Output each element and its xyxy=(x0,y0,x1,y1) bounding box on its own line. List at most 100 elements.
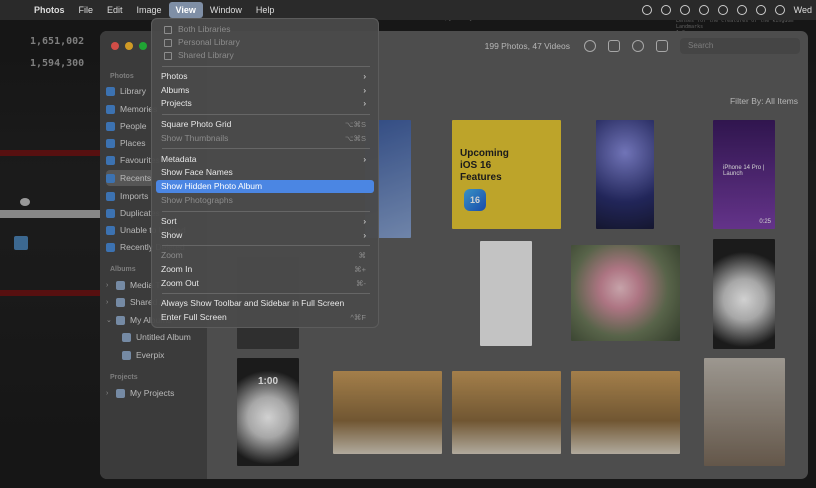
menu-shortcut: ^⌘F xyxy=(350,313,366,322)
checkbox-icon xyxy=(164,26,172,34)
photo-thumbnail[interactable] xyxy=(452,371,561,454)
photo-thumbnail[interactable]: Upcoming iOS 16 Features 16 xyxy=(452,120,561,229)
menu-window[interactable]: Window xyxy=(203,2,249,18)
desktop-app-icon[interactable] xyxy=(14,236,28,250)
control-center-icon[interactable] xyxy=(755,5,766,15)
checkbox-icon xyxy=(164,39,172,47)
duplicates-icon xyxy=(106,208,115,218)
sidebar-item-places[interactable]: Places xyxy=(106,135,146,151)
heart-icon xyxy=(106,155,115,165)
menu-item-albums[interactable]: Albums › xyxy=(156,84,374,97)
chevron-right-icon[interactable]: › xyxy=(106,390,114,397)
search-icon[interactable] xyxy=(736,5,747,15)
minimize-button[interactable] xyxy=(125,42,133,50)
folder-icon xyxy=(116,388,125,398)
menu-item-show-thumbnails[interactable]: Show Thumbnails ⌥⌘S xyxy=(156,132,374,145)
status-icon[interactable] xyxy=(660,5,671,15)
menu-item-personal-library[interactable]: Personal Library xyxy=(156,36,374,49)
photo-thumbnail[interactable] xyxy=(713,239,775,349)
search-input[interactable]: Search xyxy=(680,38,800,54)
menu-item-label: Albums xyxy=(161,85,190,95)
photo-thumbnail[interactable] xyxy=(704,358,785,466)
sidebar-item-untitled-album[interactable]: Untitled Album xyxy=(122,329,191,345)
menu-item-label: Shared Library xyxy=(178,50,234,60)
menu-item-always-show-toolbar[interactable]: Always Show Toolbar and Sidebar in Full … xyxy=(156,297,374,310)
rotate-icon[interactable] xyxy=(656,40,668,52)
chat-bubble-icon xyxy=(20,198,30,206)
chevron-down-icon[interactable]: ⌄ xyxy=(106,316,114,324)
sidebar-item-label: Library xyxy=(120,86,146,96)
places-icon xyxy=(106,138,115,148)
menu-file[interactable]: File xyxy=(72,2,101,18)
photo-thumbnail[interactable] xyxy=(333,371,442,454)
info-icon[interactable] xyxy=(584,40,596,52)
menu-item-label: Show Hidden Photo Album xyxy=(161,181,263,191)
sidebar-item-imports[interactable]: Imports xyxy=(106,188,148,204)
menu-item-zoom[interactable]: Zoom ⌘ xyxy=(156,249,374,262)
share-icon[interactable] xyxy=(608,40,620,52)
menu-image[interactable]: Image xyxy=(130,2,169,18)
menu-separator xyxy=(162,245,370,246)
menu-item-enter-full-screen[interactable]: Enter Full Screen ^⌘F xyxy=(156,311,374,324)
zoom-button[interactable] xyxy=(139,42,147,50)
photo-thumbnail[interactable]: 1:00 xyxy=(237,358,299,466)
menu-item-show-photographs[interactable]: Show Photographs xyxy=(156,194,374,207)
filter-dropdown[interactable]: Filter By: All Items xyxy=(730,96,798,106)
menu-item-show-hidden-photo-album[interactable]: Show Hidden Photo Album xyxy=(156,180,374,193)
sidebar-item-everpix[interactable]: Everpix xyxy=(122,347,164,363)
menu-item-sort[interactable]: Sort › xyxy=(156,215,374,228)
menu-item-both-libraries[interactable]: Both Libraries xyxy=(156,23,374,36)
chevron-right-icon[interactable]: › xyxy=(106,299,114,306)
menu-item-zoom-out[interactable]: Zoom Out ⌘- xyxy=(156,277,374,290)
album-icon xyxy=(122,332,131,342)
wifi-icon[interactable] xyxy=(717,5,728,15)
photo-thumbnail[interactable] xyxy=(571,371,680,454)
menu-view[interactable]: View xyxy=(168,2,203,18)
photo-thumbnail[interactable] xyxy=(571,245,680,341)
menu-item-shared-library[interactable]: Shared Library xyxy=(156,49,374,62)
menu-item-projects[interactable]: Projects › xyxy=(156,97,374,110)
menu-separator xyxy=(162,293,370,294)
photo-count: 199 Photos, 47 Videos xyxy=(484,41,570,51)
photo-thumbnail[interactable] xyxy=(480,241,532,346)
chevron-right-icon: › xyxy=(363,217,366,226)
menu-item-label: Photos xyxy=(161,71,188,81)
lockscreen-time: 1:00 xyxy=(257,376,278,387)
menu-item-metadata[interactable]: Metadata › xyxy=(156,153,374,166)
sidebar-item-library[interactable]: Library xyxy=(106,83,146,99)
chevron-right-icon: › xyxy=(363,155,366,164)
menubar-clock[interactable]: Wed xyxy=(794,5,812,15)
menu-item-show[interactable]: Show › xyxy=(156,229,374,242)
trash-icon xyxy=(106,242,115,252)
heart-icon[interactable] xyxy=(632,40,644,52)
sidebar-item-people[interactable]: People xyxy=(106,118,146,134)
menu-photos[interactable]: Photos xyxy=(27,2,72,18)
menu-item-photos[interactable]: Photos › xyxy=(156,70,374,83)
photo-caption: Upcoming xyxy=(460,148,509,159)
menu-item-square-photo-grid[interactable]: Square Photo Grid ⌥⌘S xyxy=(156,118,374,131)
menu-bar: Photos File Edit Image View Window Help … xyxy=(0,0,816,20)
status-icon[interactable] xyxy=(679,5,690,15)
photo-thumbnail[interactable] xyxy=(596,120,654,229)
sidebar-item-memories[interactable]: Memories xyxy=(106,101,157,117)
menu-item-label: Square Photo Grid xyxy=(161,119,232,129)
menu-help[interactable]: Help xyxy=(249,2,282,18)
menu-edit[interactable]: Edit xyxy=(100,2,130,18)
photo-thumbnail[interactable]: iPhone 14 Pro | Launch 0:25 xyxy=(713,120,775,229)
status-icon[interactable] xyxy=(698,5,709,15)
sidebar-item-label: My Projects xyxy=(130,388,175,398)
menu-item-zoom-in[interactable]: Zoom In ⌘+ xyxy=(156,263,374,276)
menu-shortcut: ⌘+ xyxy=(354,265,366,274)
siri-icon[interactable] xyxy=(774,5,785,15)
close-button[interactable] xyxy=(111,42,119,50)
menu-item-label: Always Show Toolbar and Sidebar in Full … xyxy=(161,298,345,308)
menu-separator xyxy=(162,114,370,115)
menu-item-label: Show xyxy=(161,230,183,240)
menu-item-show-face-names[interactable]: Show Face Names xyxy=(156,166,374,179)
status-icon[interactable] xyxy=(641,5,652,15)
menu-shortcut: ⌥⌘S xyxy=(344,134,366,143)
chevron-right-icon[interactable]: › xyxy=(106,282,114,289)
sidebar-item-my-projects[interactable]: › My Projects xyxy=(106,385,174,401)
window-controls xyxy=(111,42,147,50)
folder-icon xyxy=(116,297,125,307)
